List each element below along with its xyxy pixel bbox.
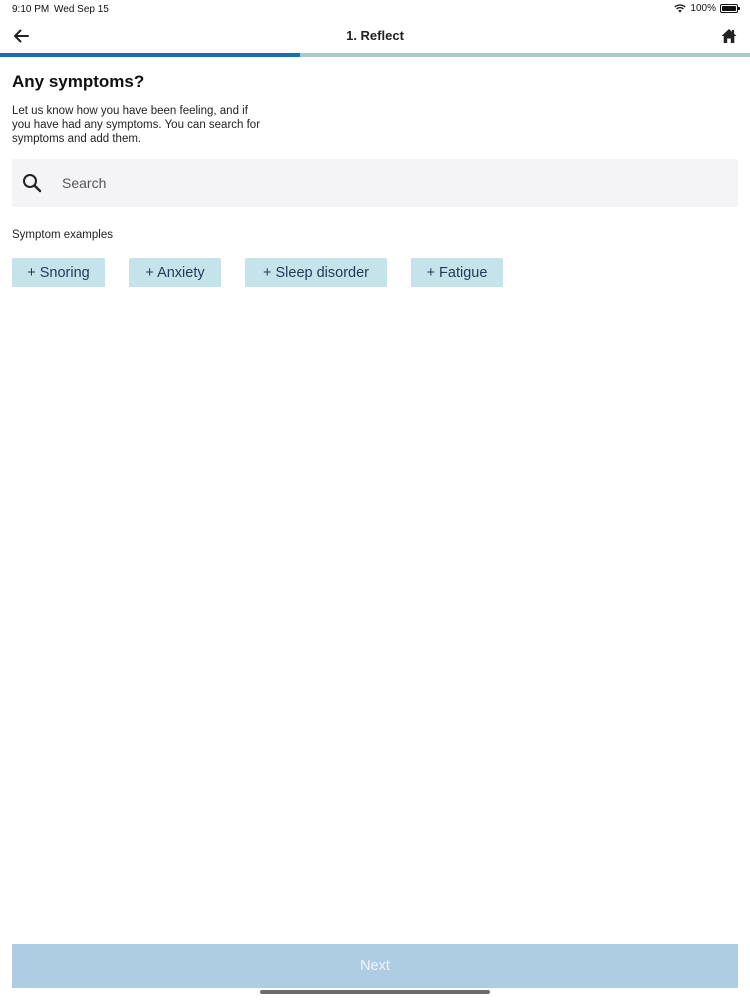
chip-sleep-disorder[interactable]: + Sleep disorder <box>245 258 387 287</box>
search-box[interactable] <box>12 159 738 207</box>
search-input[interactable] <box>62 175 682 191</box>
search-icon <box>23 174 42 193</box>
wifi-icon <box>674 4 687 13</box>
symptom-examples-label: Symptom examples <box>12 229 113 241</box>
battery-percentage: 100% <box>690 3 716 14</box>
chip-anxiety[interactable]: + Anxiety <box>129 258 221 287</box>
progress-bar <box>0 53 750 57</box>
home-button[interactable] <box>718 24 740 48</box>
home-indicator <box>260 990 490 994</box>
status-time: 9:10 PM <box>12 4 50 15</box>
home-icon <box>721 29 737 43</box>
chip-snoring[interactable]: + Snoring <box>12 258 105 287</box>
progress-fill <box>0 53 300 57</box>
page-title: Any symptoms? <box>12 72 145 91</box>
battery-full-icon <box>720 4 740 13</box>
next-button[interactable]: Next <box>12 944 738 988</box>
chip-fatigue[interactable]: + Fatigue <box>411 258 503 287</box>
nav-bar: 1. Reflect <box>0 18 750 54</box>
nav-title: 1. Reflect <box>346 28 404 43</box>
status-indicators: 100% <box>674 3 740 14</box>
status-bar: 9:10 PM Wed Sep 15 100% <box>0 0 750 18</box>
status-date: Wed Sep 15 <box>54 4 109 15</box>
page-description: Let us know how you have been feeling, a… <box>12 105 261 145</box>
